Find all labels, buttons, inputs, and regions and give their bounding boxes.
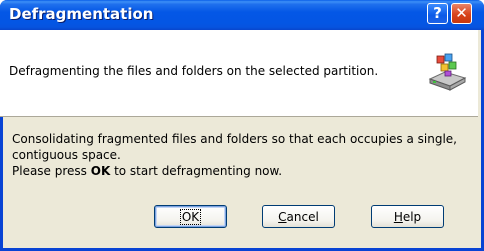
cancel-button-label: ancel — [286, 210, 319, 224]
message-line-1: Consolidating fragmented files and folde… — [12, 132, 457, 162]
cancel-button[interactable]: Cancel — [262, 205, 335, 228]
help-button[interactable]: Help — [371, 205, 444, 228]
header-description: Defragmenting the files and folders on t… — [9, 64, 379, 78]
message-ok-emphasis: OK — [90, 164, 111, 178]
help-button-label: elp — [402, 210, 422, 224]
titlebar-help-button[interactable]: ? — [427, 3, 448, 24]
titlebar-close-button[interactable]: ✕ — [451, 3, 472, 24]
header-panel: Defragmenting the files and folders on t… — [0, 30, 478, 117]
message-suffix: to start defragmenting now. — [110, 164, 283, 178]
question-mark-icon: ? — [433, 4, 442, 22]
ok-button[interactable]: OK — [154, 205, 227, 228]
dialog-message: Consolidating fragmented files and folde… — [12, 131, 472, 179]
title-bar[interactable]: Defragmentation ? ✕ — [0, 0, 484, 30]
defrag-drive-icon — [428, 53, 467, 91]
window-title: Defragmentation — [9, 5, 154, 23]
cancel-mnemonic: C — [278, 210, 287, 224]
help-mnemonic: H — [393, 210, 403, 224]
close-icon: ✕ — [455, 4, 468, 22]
ok-button-label: OK — [179, 209, 202, 225]
message-line-2: Please press OK to start defragmenting n… — [12, 163, 472, 179]
message-prefix: Please press — [12, 164, 91, 178]
